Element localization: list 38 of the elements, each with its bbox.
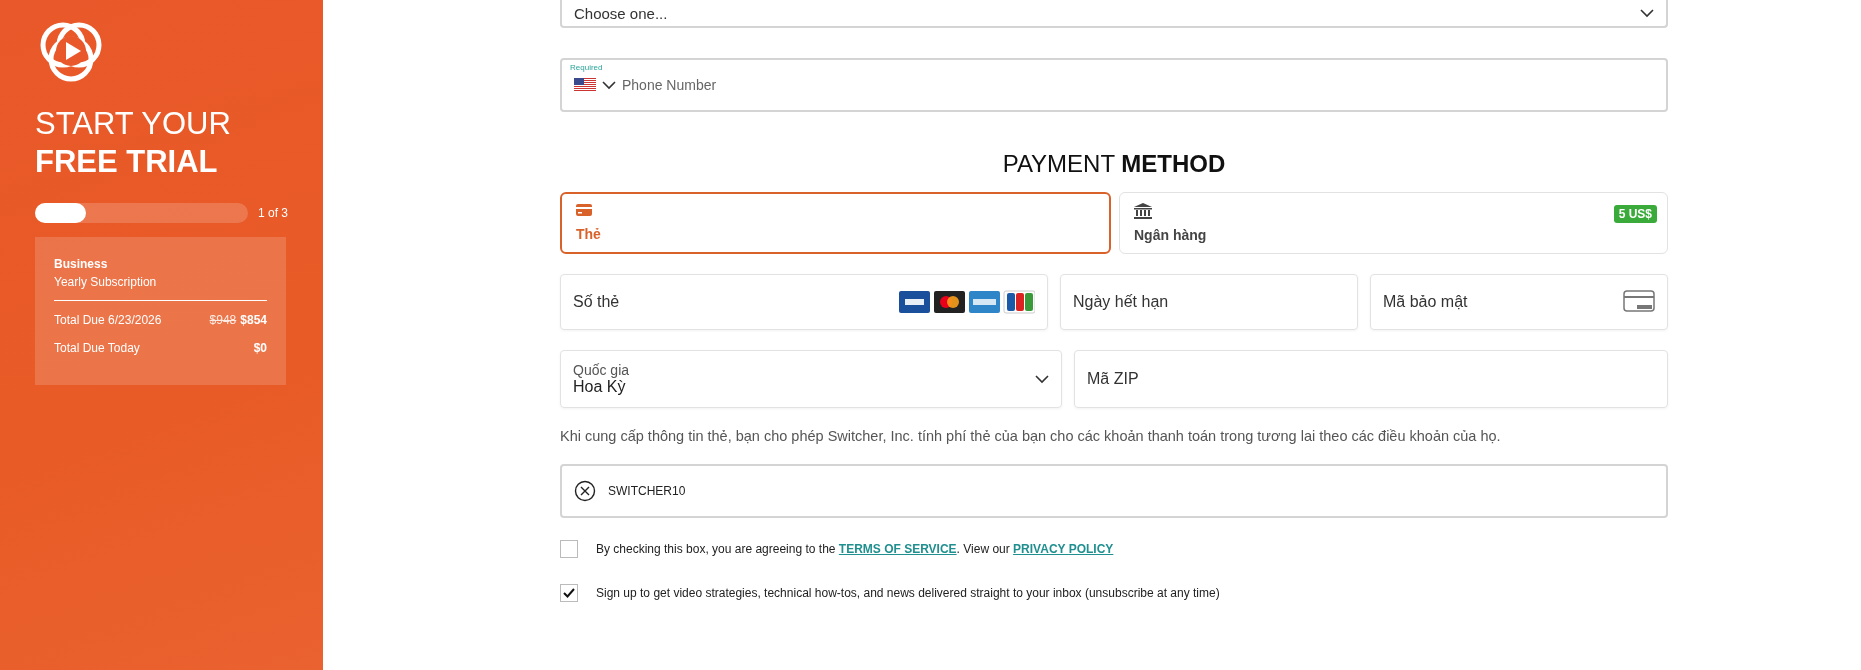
us-flag-icon [574,78,596,92]
select-field[interactable]: Choose one... [560,0,1668,28]
title-text: START YOUR [35,105,232,143]
privacy-link[interactable]: PRIVACY POLICY [1013,542,1114,556]
price: $0 [253,341,267,355]
expiry-date-field[interactable]: Ngày hết hạn [1060,274,1358,330]
old-price: $948 [209,313,237,327]
price: $854 [240,313,267,327]
newsletter-text: Sign up to get video strategies, technical how-tos, and news delivered straight to your inbox (unsubscribe at any time) [596,586,1220,600]
terms-link[interactable]: TERMS OF SERVICE [838,542,957,556]
cvc-card-icon [1623,290,1655,314]
credit-card-icon [576,204,592,216]
card-brands-icon [899,290,1035,314]
checkbox[interactable] [560,584,578,602]
payment-method-tab[interactable]: Ngân hàng 5 US$ [1119,192,1668,254]
checkbox[interactable] [560,540,578,558]
chevron-down-icon [1640,8,1654,18]
chevron-down-icon [1035,374,1049,384]
country-select[interactable]: Quốc gia Hoa Kỳ [560,350,1062,408]
close-icon [574,480,596,502]
section-heading: PAYMENT METHOD [1001,150,1227,178]
zip-code-field[interactable]: Mã ZIP [1074,350,1668,408]
coupon-field[interactable]: SWITCHER10 [560,464,1668,518]
title-text: FREE TRIAL [35,143,219,181]
plan-name: Business [54,257,109,271]
terms-agreement-text: By checking this box, you are agreeing to the TERMS OF SERVICE. View our PRIVACY POLICY [596,542,1114,556]
price-badge: 5 US$ [1613,205,1657,223]
disclaimer-text: Khi cung cấp thông tin thẻ, bạn cho phép Switcher, Inc. tính phí thẻ của bạn cho các khoản thanh toán trong tương lai theo các điều khoản của họ. [560,428,1502,444]
plan-subtitle: Yearly Subscription [54,275,158,289]
total-label: Total Due Today [54,341,140,355]
step-counter: 1 of 3 [257,206,288,220]
payment-method-tab[interactable]: Thẻ [560,192,1111,254]
phone-field[interactable]: Required Phone Number [560,58,1668,112]
total-label: Total Due 6/23/2026 [54,313,162,327]
caret-icon [602,80,616,90]
bank-icon [1134,203,1152,219]
security-code-field[interactable]: Mã bảo mật [1370,274,1668,330]
card-number-field[interactable]: Số thẻ [560,274,1048,330]
